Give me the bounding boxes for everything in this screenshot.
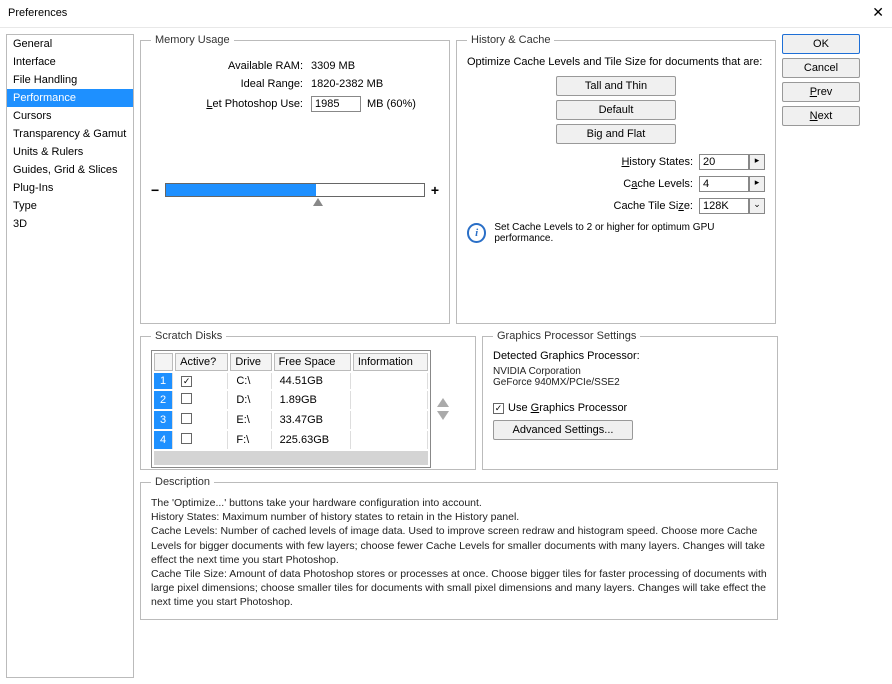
tall-thin-button[interactable]: Tall and Thin: [556, 76, 676, 96]
drive-cell: D:\: [230, 391, 271, 409]
sidebar-item-performance[interactable]: Performance: [7, 89, 133, 107]
gpu-vendor: NVIDIA Corporation: [493, 366, 767, 377]
history-states-spinner[interactable]: ▸: [749, 154, 765, 170]
table-row[interactable]: 1 ✓ C:\44.51GB: [154, 373, 428, 389]
table-row[interactable]: 2 D:\1.89GB: [154, 391, 428, 409]
scratch-legend: Scratch Disks: [151, 330, 226, 342]
cancel-button[interactable]: Cancel: [782, 58, 860, 78]
let-photoshop-use-input[interactable]: [311, 96, 361, 112]
free-space-cell: 225.63GB: [274, 431, 351, 449]
info-cell: [353, 391, 428, 409]
description-text: The 'Optimize...' buttons take your hard…: [151, 496, 767, 609]
move-up-icon[interactable]: [437, 398, 449, 407]
available-ram-value: 3309 MB: [311, 60, 355, 72]
sidebar-item-transparency-gamut[interactable]: Transparency & Gamut: [7, 125, 133, 143]
row-number: 3: [154, 411, 173, 429]
sidebar-item-plug-ins[interactable]: Plug-Ins: [7, 179, 133, 197]
sidebar-item-general[interactable]: General: [7, 35, 133, 53]
prev-button[interactable]: Prev: [782, 82, 860, 102]
info-cell: [353, 373, 428, 389]
free-space-cell: 33.47GB: [274, 411, 351, 429]
gpu-model: GeForce 940MX/PCIe/SSE2: [493, 377, 767, 388]
category-sidebar: GeneralInterfaceFile HandlingPerformance…: [6, 34, 134, 678]
cache-tile-size-select[interactable]: [699, 198, 749, 214]
sidebar-item-guides-grid-slices[interactable]: Guides, Grid & Slices: [7, 161, 133, 179]
let-photoshop-use-suffix: MB (60%): [367, 98, 416, 110]
active-checkbox[interactable]: [181, 393, 192, 404]
history-states-input[interactable]: [699, 154, 749, 170]
row-number: 1: [154, 373, 173, 389]
column-header: Free Space: [274, 353, 351, 371]
history-intro: Optimize Cache Levels and Tile Size for …: [467, 56, 765, 68]
column-header: Drive: [230, 353, 271, 371]
use-gpu-checkbox[interactable]: ✓: [493, 403, 504, 414]
detected-gpu-label: Detected Graphics Processor:: [493, 350, 767, 362]
cache-tip: Set Cache Levels to 2 or higher for opti…: [494, 222, 765, 244]
active-checkbox[interactable]: ✓: [181, 376, 192, 387]
sidebar-item-interface[interactable]: Interface: [7, 53, 133, 71]
drive-cell: C:\: [230, 373, 271, 389]
ideal-range-value: 1820-2382 MB: [311, 78, 383, 90]
memory-slider[interactable]: [165, 183, 425, 197]
info-cell: [353, 411, 428, 429]
cache-tile-size-dropdown[interactable]: ⌄: [749, 198, 765, 214]
window-title: Preferences: [8, 7, 67, 19]
free-space-cell: 44.51GB: [274, 373, 351, 389]
memory-usage-group: Memory Usage Available RAM: 3309 MB Idea…: [140, 34, 450, 324]
ideal-range-label: Ideal Range:: [151, 78, 311, 90]
drive-cell: E:\: [230, 411, 271, 429]
active-checkbox[interactable]: [181, 433, 192, 444]
row-number: 4: [154, 431, 173, 449]
table-row[interactable]: 4 F:\225.63GB: [154, 431, 428, 449]
info-cell: [353, 431, 428, 449]
big-flat-button[interactable]: Big and Flat: [556, 124, 676, 144]
ok-button[interactable]: OK: [782, 34, 860, 54]
history-states-label: History States:: [621, 156, 693, 168]
column-header: Active?: [175, 353, 228, 371]
cache-levels-label: Cache Levels:: [623, 178, 693, 190]
column-header: Information: [353, 353, 428, 371]
slider-plus[interactable]: +: [431, 182, 439, 198]
sidebar-item-3d[interactable]: 3D: [7, 215, 133, 233]
sidebar-item-file-handling[interactable]: File Handling: [7, 71, 133, 89]
description-group: Description The 'Optimize...' buttons ta…: [140, 476, 778, 620]
active-cell[interactable]: ✓: [175, 373, 228, 389]
close-icon[interactable]: ✕: [872, 4, 884, 21]
available-ram-label: Available RAM:: [151, 60, 311, 72]
next-button[interactable]: Next: [782, 106, 860, 126]
row-number: 2: [154, 391, 173, 409]
scratch-disks-table: Active?DriveFree SpaceInformation 1✓C:\4…: [151, 350, 431, 468]
gpu-settings-group: Graphics Processor Settings Detected Gra…: [482, 330, 778, 470]
sidebar-item-type[interactable]: Type: [7, 197, 133, 215]
active-cell[interactable]: [175, 411, 228, 429]
active-checkbox[interactable]: [181, 413, 192, 424]
cache-tile-size-label: Cache Tile Size:: [614, 200, 694, 212]
slider-minus[interactable]: −: [151, 182, 159, 198]
cache-levels-spinner[interactable]: ▸: [749, 176, 765, 192]
sidebar-item-cursors[interactable]: Cursors: [7, 107, 133, 125]
description-legend: Description: [151, 476, 214, 488]
memory-legend: Memory Usage: [151, 34, 234, 46]
scratch-disks-group: Scratch Disks Active?DriveFree SpaceInfo…: [140, 330, 476, 470]
info-icon: i: [467, 223, 486, 243]
let-photoshop-use-label: Let Photoshop Use:: [151, 98, 311, 110]
slider-fill: [166, 184, 315, 196]
history-cache-group: History & Cache Optimize Cache Levels an…: [456, 34, 776, 324]
use-gpu-label: Use Graphics Processor: [508, 402, 627, 414]
advanced-settings-button[interactable]: Advanced Settings...: [493, 420, 633, 440]
history-legend: History & Cache: [467, 34, 554, 46]
table-row[interactable]: 3 E:\33.47GB: [154, 411, 428, 429]
slider-thumb-icon[interactable]: [313, 198, 323, 206]
active-cell[interactable]: [175, 391, 228, 409]
drive-cell: F:\: [230, 431, 271, 449]
active-cell[interactable]: [175, 431, 228, 449]
default-button[interactable]: Default: [556, 100, 676, 120]
move-down-icon[interactable]: [437, 411, 449, 420]
sidebar-item-units-rulers[interactable]: Units & Rulers: [7, 143, 133, 161]
cache-levels-input[interactable]: [699, 176, 749, 192]
free-space-cell: 1.89GB: [274, 391, 351, 409]
gpu-legend: Graphics Processor Settings: [493, 330, 640, 342]
